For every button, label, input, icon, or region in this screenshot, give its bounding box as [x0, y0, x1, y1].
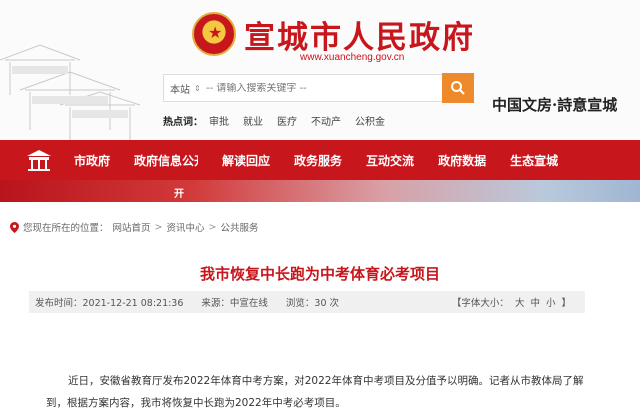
nav-overflow-text: 开	[174, 189, 184, 200]
hot-keywords: 热点词： 审批 就业 医疗 不动产 公积金	[163, 113, 385, 128]
search-input[interactable]	[206, 82, 442, 94]
font-size-label: 【字体大小：	[451, 298, 509, 309]
location-pin-icon	[10, 221, 19, 233]
search-button[interactable]	[442, 73, 474, 103]
sort-arrows-icon: ⇕	[194, 83, 201, 93]
site-title[interactable]: 宣城市人民政府	[244, 12, 475, 57]
hot-keyword[interactable]: 就业	[243, 113, 263, 128]
hot-keyword[interactable]: 公积金	[355, 113, 385, 128]
national-emblem-icon[interactable]: ★	[192, 12, 236, 56]
city-slogan: 中国文房·詩意宣城	[492, 96, 618, 114]
font-size-end: 】	[561, 298, 571, 309]
site-header: ★ 宣城市人民政府 www.xuancheng.gov.cn 本站 ⇕ 热点词：…	[0, 0, 640, 140]
main-nav: 市政府 政府信息公开 解读回应 政务服务 互动交流 政府数据 生态宣城	[0, 140, 640, 180]
breadcrumb-public-service[interactable]: 公共服务	[220, 220, 258, 234]
pavilion-icon[interactable]	[26, 149, 52, 171]
breadcrumb-separator: >	[208, 221, 217, 233]
hot-keywords-label: 热点词：	[163, 117, 203, 128]
nav-item-city-government[interactable]: 市政府	[74, 152, 110, 169]
nav-item-ecology[interactable]: 生态宣城	[510, 152, 558, 169]
article-title: 我市恢复中长跑为中考体育必考项目	[199, 265, 440, 283]
hot-keyword[interactable]: 审批	[209, 113, 229, 128]
publish-time: 发布时间：2021-12-21 08:21:36	[35, 298, 184, 309]
nav-item-info-disclosure[interactable]: 政府信息公开	[134, 152, 198, 169]
nav-item-interpretation[interactable]: 解读回应	[222, 152, 270, 169]
breadcrumb-news[interactable]: 资讯中心	[167, 220, 205, 234]
article-source: 来源：中宣在线	[201, 298, 268, 309]
article-paragraph: 近日，安徽省教育厅发布2022年体育中考方案，对2022年体育中考项目及分值予以…	[46, 375, 584, 409]
search-scope-label: 本站	[170, 84, 190, 96]
font-size-control: 【字体大小： 大 中 小 】	[452, 295, 571, 309]
banner-strip	[0, 180, 640, 202]
nav-item-interaction[interactable]: 互动交流	[366, 152, 414, 169]
font-size-medium-button[interactable]: 中	[530, 295, 540, 309]
hot-keyword[interactable]: 不动产	[311, 113, 341, 128]
nav-item-data[interactable]: 政府数据	[438, 152, 486, 169]
breadcrumb: 您现在所在的位置： 网站首页 > 资讯中心 > 公共服务	[10, 220, 259, 234]
breadcrumb-separator: >	[154, 221, 163, 233]
search-scope-select[interactable]: 本站 ⇕	[164, 81, 206, 96]
search-bar: 本站 ⇕	[163, 74, 443, 102]
search-icon	[451, 81, 465, 95]
view-count: 浏览：30 次	[285, 298, 340, 309]
site-url: www.xuancheng.gov.cn	[300, 52, 405, 63]
font-size-small-button[interactable]: 小	[546, 295, 556, 309]
architecture-decoration	[0, 44, 141, 140]
breadcrumb-home[interactable]: 网站首页	[113, 220, 151, 234]
article-meta: 发布时间：2021-12-21 08:21:36 来源：中宣在线 浏览：30 次…	[29, 291, 585, 313]
article-body: 近日，安徽省教育厅发布2022年体育中考方案，对2022年体育中考项目及分值予以…	[46, 370, 596, 414]
hot-keyword[interactable]: 医疗	[277, 113, 297, 128]
breadcrumb-prefix: 您现在所在的位置：	[23, 223, 109, 234]
font-size-large-button[interactable]: 大	[515, 295, 525, 309]
nav-item-services[interactable]: 政务服务	[294, 152, 342, 169]
